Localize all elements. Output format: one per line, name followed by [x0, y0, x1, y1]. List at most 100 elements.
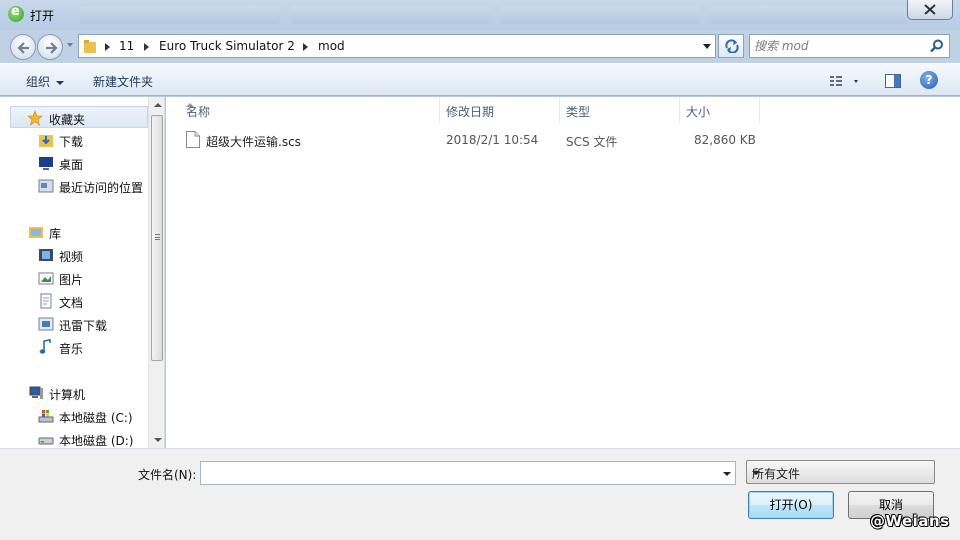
file-modified: 2018/2/1 10:54	[446, 133, 539, 147]
nav-item-favorites[interactable]: 收藏夹	[10, 106, 148, 128]
filename-label: 文件名(N):	[138, 468, 197, 482]
preview-pane-button[interactable]	[884, 72, 902, 90]
title-bar: 打开	[0, 0, 960, 30]
forward-arrow-icon	[46, 42, 58, 54]
breadcrumb-item[interactable]: Euro Truck Simulator 2	[159, 39, 295, 53]
recent-places-icon	[38, 179, 54, 193]
back-arrow-icon	[17, 42, 29, 54]
nav-item-label: 迅雷下载	[59, 319, 108, 333]
search-icon[interactable]	[930, 39, 944, 53]
organize-label: 组织	[26, 75, 51, 89]
nav-item-label: 下载	[59, 135, 84, 149]
column-header-label: 名称	[186, 105, 211, 119]
recent-pages-dropdown[interactable]	[67, 43, 73, 47]
filename-combo	[200, 461, 736, 485]
nav-item-downloads[interactable]: 下载	[0, 129, 148, 151]
generic-file-icon	[186, 131, 200, 148]
new-folder-label: 新建文件夹	[93, 75, 154, 89]
breadcrumb-item[interactable]: 11	[119, 39, 134, 53]
file-name: 超级大件运输.scs	[206, 135, 301, 149]
navigation-pane: 收藏夹 下载 桌面 最近访问的位置 库 视频 图片 文档 迅雷下载 音乐 计算机…	[0, 97, 165, 448]
nav-item-label: 桌面	[59, 158, 84, 172]
windows-drive-icon	[38, 410, 54, 423]
nav-item-drive-c[interactable]: 本地磁盘 (C:)	[0, 405, 148, 427]
nav-item-desktop[interactable]: 桌面	[0, 152, 148, 174]
nav-item-music[interactable]: 音乐	[0, 336, 148, 358]
file-size: 82,860 KB	[694, 133, 756, 147]
search-input[interactable]	[754, 37, 924, 55]
documents-library-icon	[40, 293, 52, 309]
nav-item-computer[interactable]: 计算机	[0, 382, 148, 404]
new-folder-button[interactable]: 新建文件夹	[93, 73, 153, 90]
pictures-library-icon	[38, 272, 54, 285]
computer-icon	[29, 386, 43, 399]
column-header-size[interactable]: 大小	[680, 97, 760, 123]
nav-item-videos[interactable]: 视频	[0, 244, 148, 266]
nav-scrollbar[interactable]	[148, 97, 164, 448]
video-library-icon	[39, 249, 53, 261]
nav-item-label: 本地磁盘 (D:)	[59, 434, 134, 448]
forward-button[interactable]	[37, 34, 63, 60]
nav-item-documents[interactable]: 文档	[0, 290, 148, 312]
nav-item-pictures[interactable]: 图片	[0, 267, 148, 289]
refresh-button[interactable]	[718, 34, 744, 58]
dialog-footer: 文件名(N): 所有文件 打开(O) 取消	[0, 448, 960, 540]
scroll-thumb[interactable]	[151, 115, 163, 361]
breadcrumb-item[interactable]: mod	[318, 39, 345, 53]
column-header-label: 大小	[686, 105, 711, 119]
chevron-down-icon[interactable]	[723, 472, 731, 476]
breadcrumb[interactable]: 11 Euro Truck Simulator 2 mod	[78, 34, 716, 58]
nav-item-libraries[interactable]: 库	[0, 221, 148, 243]
filename-input[interactable]	[205, 465, 705, 481]
background-taskbar-tabs	[80, 2, 910, 28]
back-button[interactable]	[10, 34, 36, 60]
nav-item-label: 图片	[59, 273, 84, 287]
watermark-text: @Weians	[870, 512, 950, 530]
folder-icon	[84, 40, 96, 53]
organize-button[interactable]: 组织	[26, 73, 65, 90]
ie-icon	[8, 4, 24, 22]
open-button[interactable]: 打开(O)	[748, 491, 834, 519]
close-icon	[924, 4, 936, 15]
help-icon[interactable]: ?	[920, 71, 938, 89]
breadcrumb-chevron-icon[interactable]	[144, 43, 149, 51]
file-type: SCS 文件	[566, 135, 618, 149]
nav-item-label: 文档	[59, 296, 84, 310]
nav-item-label: 本地磁盘 (C:)	[59, 411, 133, 425]
command-bar: 组织 新建文件夹 ?	[0, 63, 960, 96]
nav-item-label: 音乐	[59, 342, 84, 356]
close-button[interactable]	[907, 0, 953, 20]
column-header-label: 修改日期	[446, 105, 495, 119]
breadcrumb-chevron-icon[interactable]	[105, 43, 110, 51]
music-library-icon	[39, 339, 51, 354]
scroll-down-arrow-icon[interactable]	[154, 438, 162, 442]
chevron-down-icon	[752, 471, 760, 475]
nav-item-drive-d[interactable]: 本地磁盘 (D:)	[0, 428, 148, 448]
drive-icon	[38, 437, 54, 445]
library-icon	[29, 227, 43, 238]
nav-item-thunder-downloads[interactable]: 迅雷下载	[0, 313, 148, 335]
desktop-icon	[39, 157, 53, 170]
column-header-name[interactable]: 名称	[180, 97, 440, 123]
preview-pane-icon	[885, 74, 901, 88]
breadcrumb-chevron-icon[interactable]	[303, 43, 308, 51]
thunder-download-icon	[38, 317, 54, 331]
address-history-dropdown[interactable]	[703, 44, 711, 49]
file-list: 名称 修改日期 类型 大小 超级大件运输.scs 2018/2/1 10:54 …	[166, 97, 960, 448]
grip-icon	[155, 234, 160, 240]
refresh-icon	[725, 39, 739, 53]
chevron-down-icon	[56, 80, 65, 85]
nav-item-recent-places[interactable]: 最近访问的位置	[0, 175, 148, 197]
column-header-modified[interactable]: 修改日期	[440, 97, 560, 123]
file-row[interactable]: 超级大件运输.scs 2018/2/1 10:54 SCS 文件 82,860 …	[180, 129, 770, 151]
view-list-icon	[830, 76, 858, 86]
column-header-label: 类型	[566, 105, 591, 119]
download-folder-icon	[39, 135, 53, 147]
change-view-button[interactable]	[828, 72, 866, 90]
file-type-select[interactable]: 所有文件	[746, 460, 935, 484]
address-row: 11 Euro Truck Simulator 2 mod	[0, 30, 960, 63]
scroll-up-arrow-icon[interactable]	[154, 103, 162, 107]
nav-item-label: 视频	[59, 250, 84, 264]
nav-item-label: 库	[49, 227, 62, 241]
column-header-type[interactable]: 类型	[560, 97, 680, 123]
